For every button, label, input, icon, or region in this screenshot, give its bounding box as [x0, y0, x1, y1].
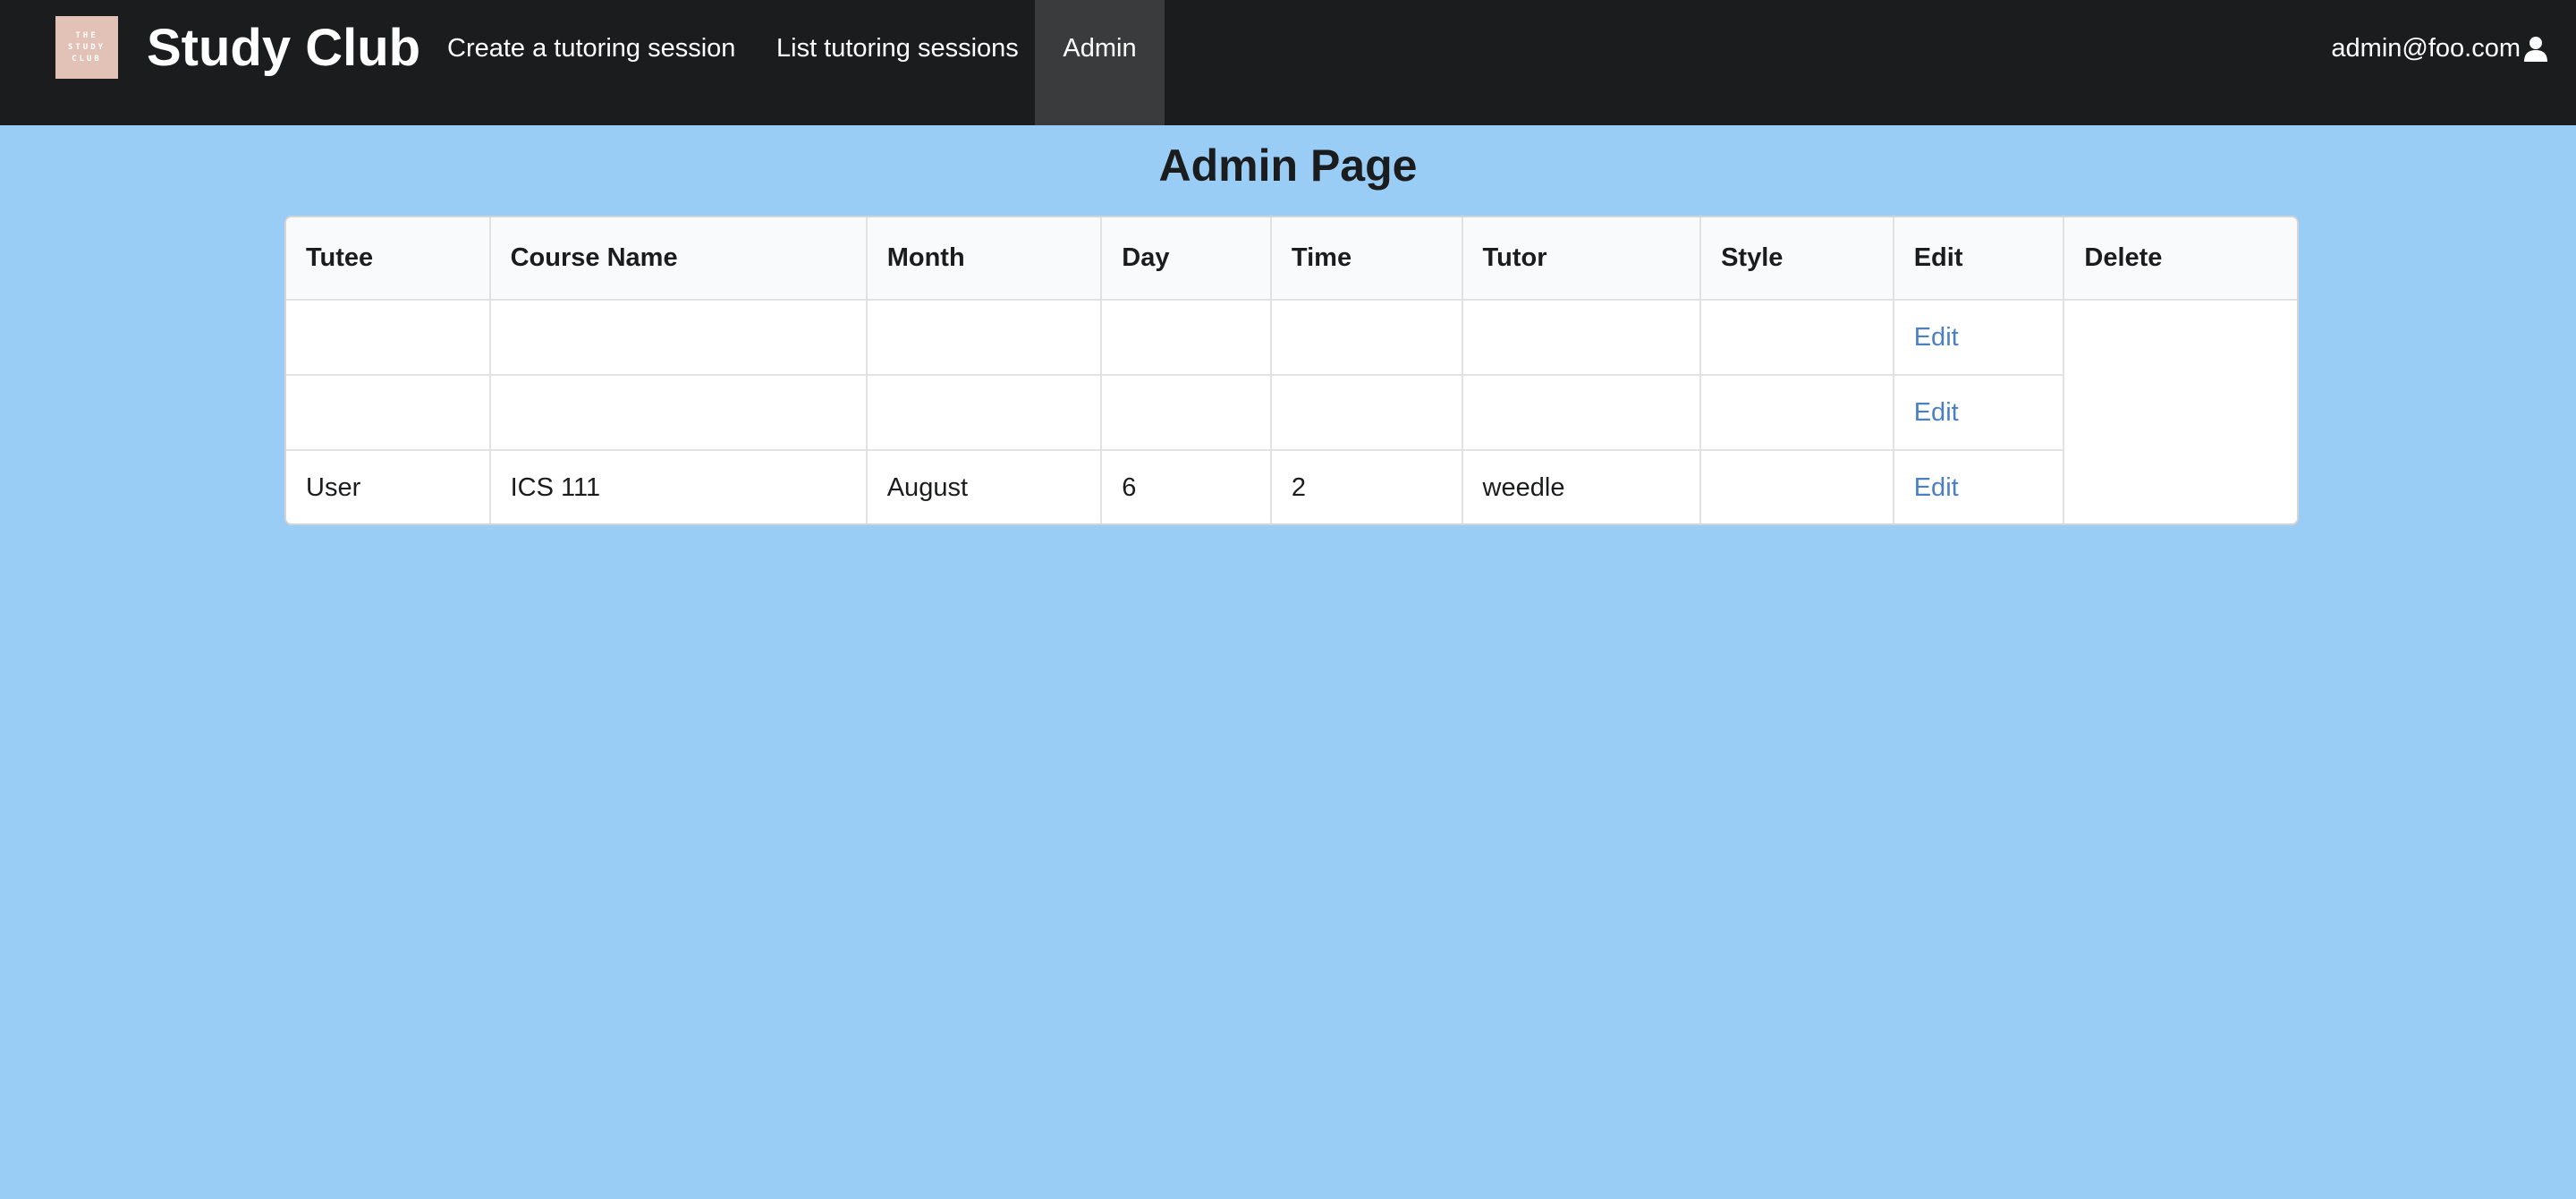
cell-month: [865, 374, 1102, 450]
cell-day: [1100, 300, 1271, 375]
cell-tutor: [1461, 300, 1701, 375]
cell-tutor: [1461, 374, 1701, 450]
column-header-tutee: Tutee: [286, 217, 490, 301]
cell-time: [1269, 374, 1462, 450]
cell-tutee: [286, 300, 490, 375]
study-club-logo[interactable]: THE STUDY CLUB: [55, 16, 118, 79]
column-header-tutor: Tutor: [1461, 217, 1701, 301]
cell-tutor: weedle: [1461, 449, 1701, 523]
table-row: Edit: [286, 300, 2297, 375]
cell-course: [488, 374, 867, 450]
brand-title[interactable]: Study Club: [147, 13, 420, 84]
edit-link[interactable]: Edit: [1914, 473, 1959, 502]
cell-course: [488, 300, 867, 375]
column-header-delete: Delete: [2063, 217, 2297, 301]
column-header-day: Day: [1100, 217, 1271, 301]
logo-text-line: STUDY: [67, 42, 106, 52]
cell-time: [1269, 300, 1462, 375]
cell-edit: Edit: [1892, 449, 2064, 523]
column-header-time: Time: [1269, 217, 1462, 301]
cell-delete: [2063, 450, 2297, 523]
edit-link[interactable]: Edit: [1914, 323, 1959, 352]
nav-list-sessions[interactable]: List tutoring sessions: [776, 0, 1019, 97]
cell-tutee: User: [286, 449, 490, 523]
table-row: Edit: [286, 374, 2297, 450]
nav-create-session[interactable]: Create a tutoring session: [447, 0, 735, 97]
logo-text-line: CLUB: [72, 54, 102, 64]
cell-course: ICS 111: [488, 449, 867, 523]
top-navbar: THE STUDY CLUB Study Club Create a tutor…: [0, 0, 2576, 125]
edit-link[interactable]: Edit: [1914, 398, 1959, 427]
column-header-month: Month: [865, 217, 1102, 301]
cell-edit: Edit: [1892, 374, 2064, 450]
logo-text-line: THE: [75, 30, 98, 40]
user-menu[interactable]: admin@foo.com: [2331, 0, 2549, 97]
cell-style: [1699, 300, 1894, 375]
cell-style: [1699, 449, 1894, 523]
cell-month: August: [865, 449, 1102, 523]
cell-delete: [2063, 375, 2297, 450]
user-email: admin@foo.com: [2331, 33, 2521, 63]
sessions-table: Tutee Course Name Month Day Time Tutor S…: [286, 217, 2297, 523]
cell-day: [1100, 374, 1271, 450]
cell-month: [865, 300, 1102, 375]
page-title: Admin Page: [1158, 140, 1418, 191]
cell-tutee: [286, 374, 490, 450]
sessions-table-container: Tutee Course Name Month Day Time Tutor S…: [284, 216, 2299, 525]
table-row: User ICS 111 August 6 2 weedle Edit: [286, 449, 2297, 523]
cell-day: 6: [1100, 449, 1271, 523]
column-header-course-name: Course Name: [488, 217, 867, 301]
cell-style: [1699, 374, 1894, 450]
user-icon: [2524, 37, 2547, 62]
column-header-style: Style: [1699, 217, 1894, 301]
cell-time: 2: [1269, 449, 1462, 523]
cell-edit: Edit: [1892, 300, 2064, 375]
cell-delete: [2063, 300, 2297, 375]
table-header-row: Tutee Course Name Month Day Time Tutor S…: [286, 217, 2297, 301]
column-header-edit: Edit: [1892, 217, 2064, 301]
nav-admin[interactable]: Admin: [1035, 0, 1165, 125]
